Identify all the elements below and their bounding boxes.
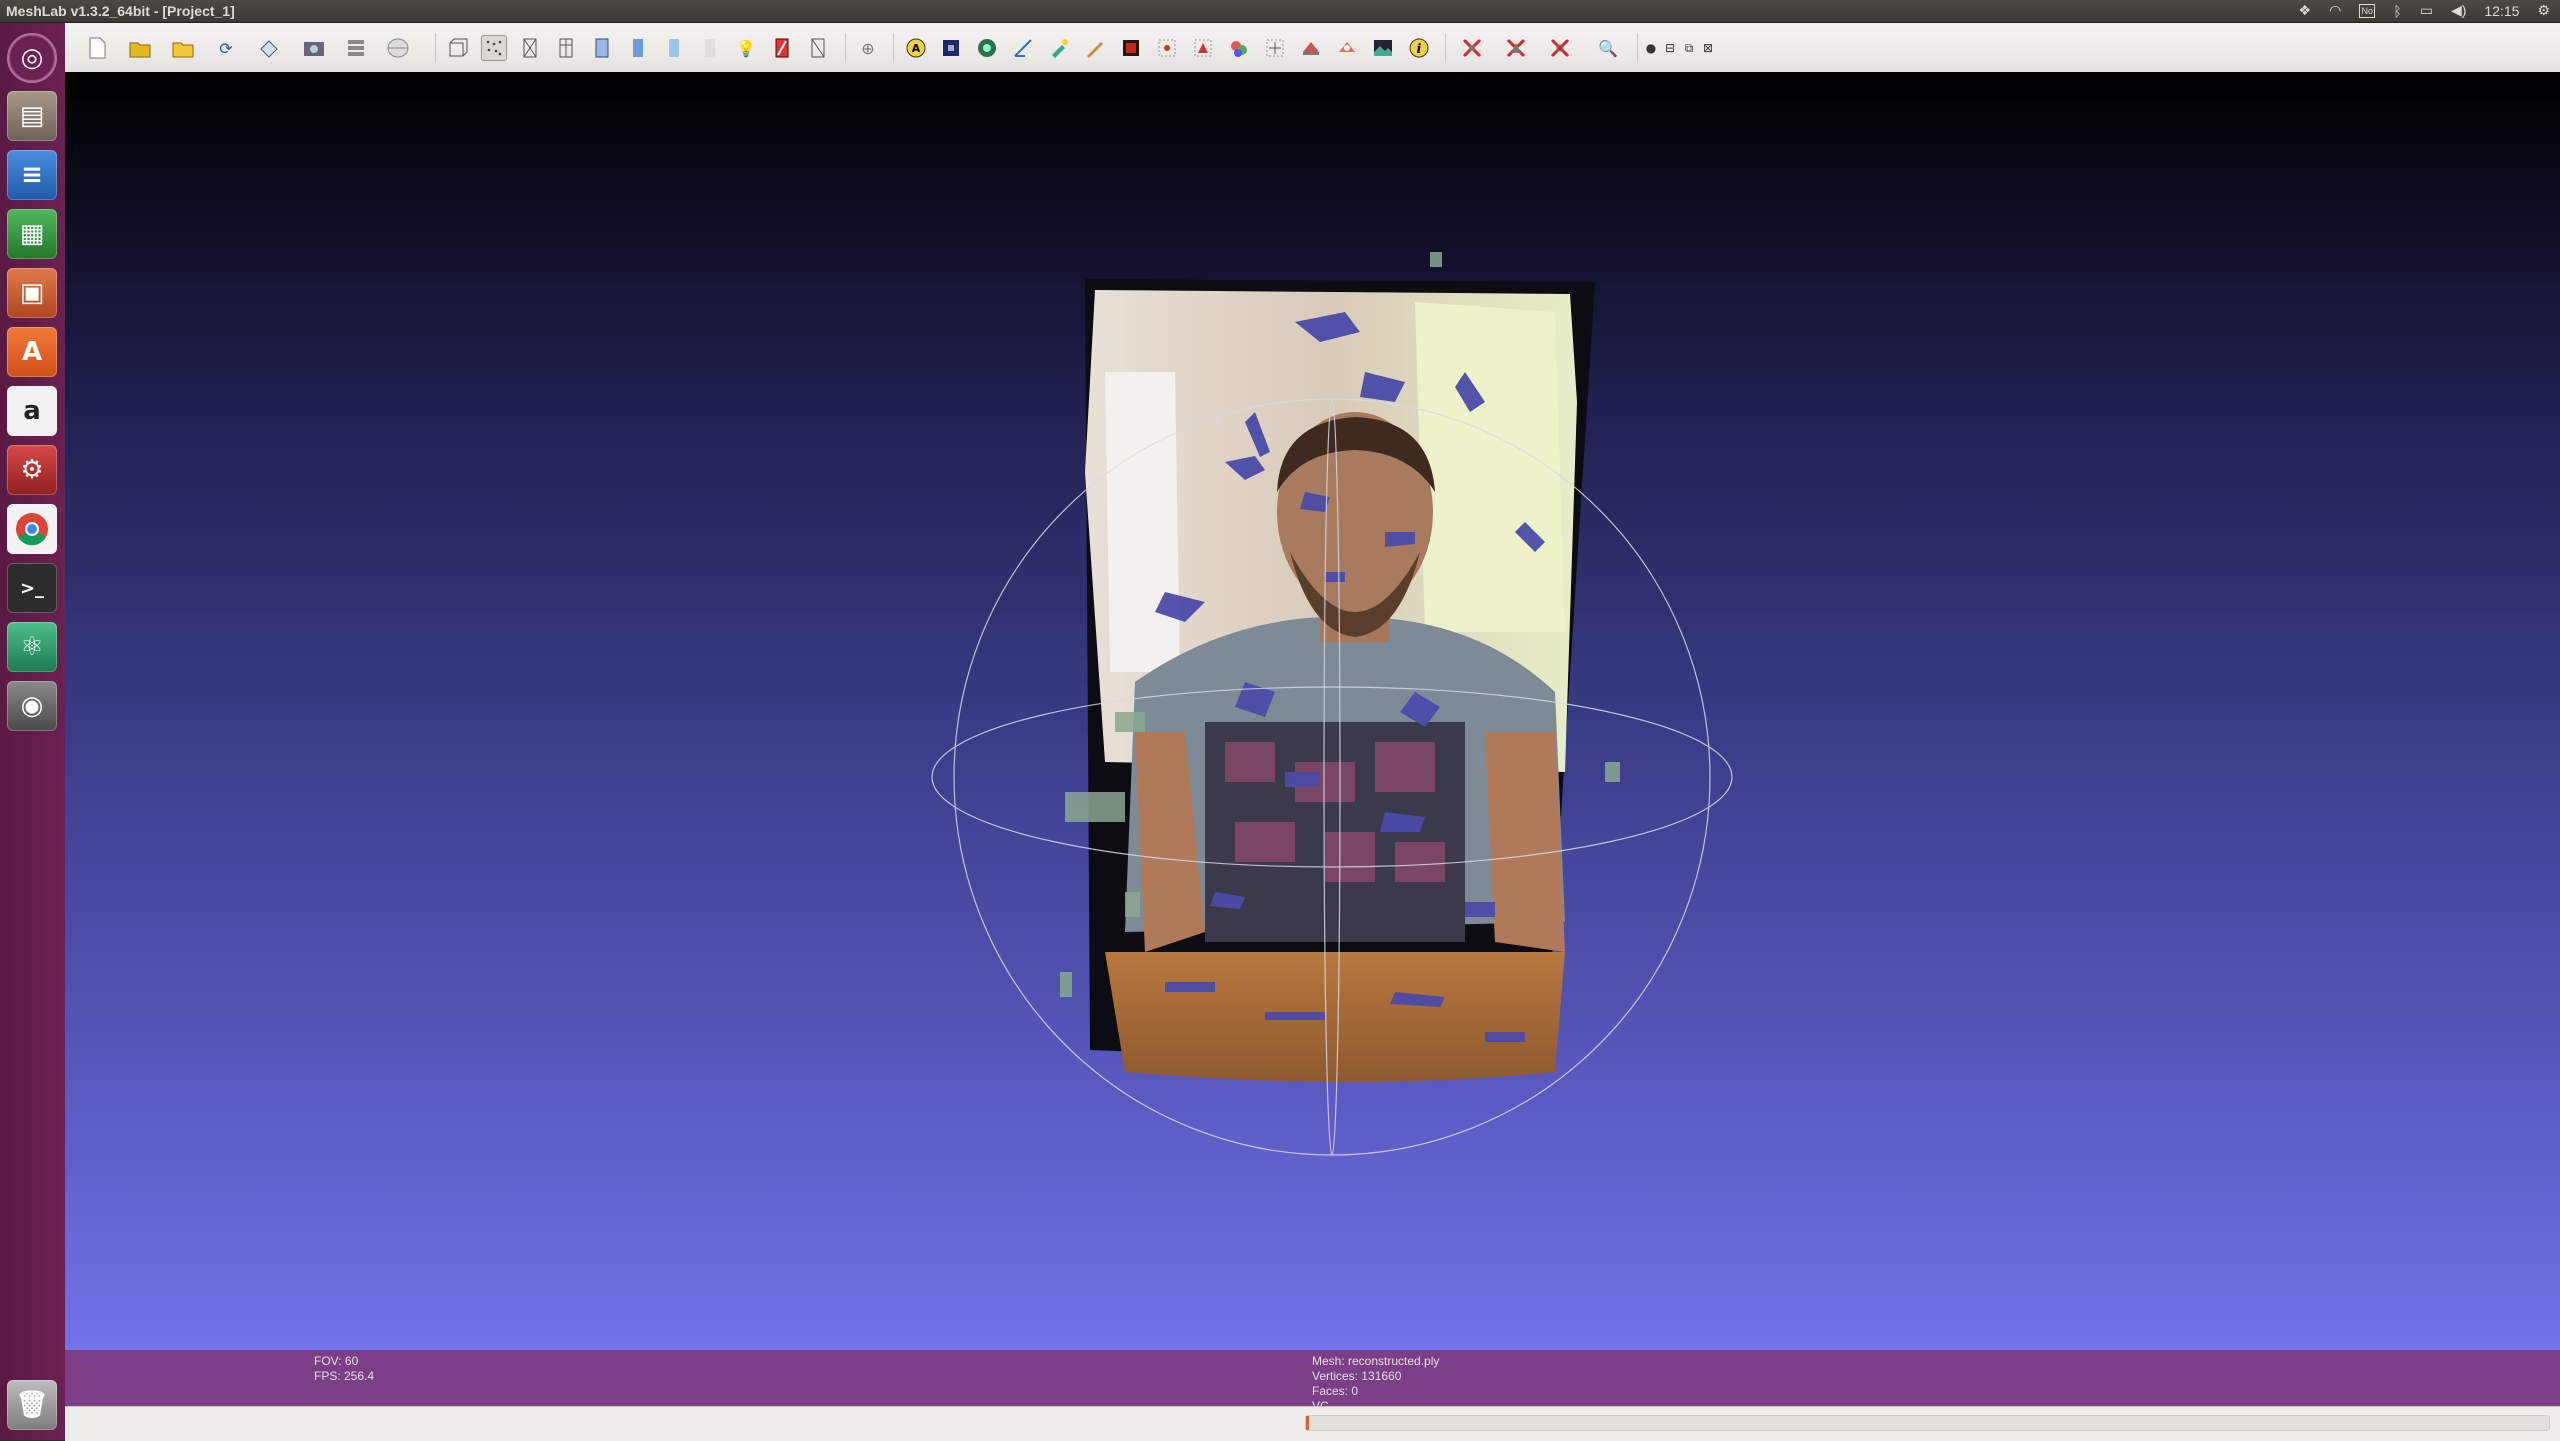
system-settings-icon[interactable]: ⚙ bbox=[7, 445, 57, 495]
wireframe-icon[interactable] bbox=[517, 35, 543, 61]
backface-icon[interactable] bbox=[769, 35, 795, 61]
faces-count-label: Faces: 0 bbox=[1312, 1384, 1359, 1398]
point-cloud-render bbox=[931, 252, 1733, 1156]
libreoffice-writer-icon[interactable]: ≡ bbox=[7, 150, 57, 200]
atom-icon[interactable]: ⚛ bbox=[7, 622, 57, 672]
dropbox-icon[interactable]: ❖ bbox=[2299, 2, 2312, 19]
ubuntu-dash-icon[interactable]: ◎ bbox=[7, 33, 57, 83]
search-icon[interactable]: 🔍 bbox=[1595, 35, 1621, 61]
files-icon[interactable]: ▤ bbox=[7, 91, 57, 141]
render-info: FOV: 60 FPS: 256.4 bbox=[314, 1354, 374, 1384]
smooth-icon[interactable] bbox=[661, 35, 687, 61]
measure-icon[interactable] bbox=[1010, 35, 1036, 61]
manipulator-icon[interactable] bbox=[1334, 35, 1360, 61]
z-painting-icon[interactable] bbox=[1226, 35, 1252, 61]
align-icon[interactable] bbox=[974, 35, 1000, 61]
delete-vertices-icon[interactable] bbox=[1503, 35, 1529, 61]
mesh-name-label: Mesh: reconstructed.ply bbox=[1312, 1354, 1440, 1368]
spherical-render-icon[interactable] bbox=[385, 35, 411, 61]
annotate-icon[interactable]: A bbox=[903, 35, 929, 61]
fps-label: FPS: 256.4 bbox=[314, 1369, 375, 1383]
fill-hole-icon[interactable] bbox=[1298, 35, 1324, 61]
snapshot-icon[interactable] bbox=[301, 35, 327, 61]
mesh-door bbox=[1105, 372, 1180, 672]
trackball-icon[interactable]: ⊕ bbox=[855, 35, 881, 61]
select-faces-icon[interactable] bbox=[1190, 35, 1216, 61]
main-toolbar: ⟳ 💡 ⊕ A i 🔍 ● ⊟ ⧉ ⊠ bbox=[65, 23, 2560, 73]
quality-mapper-icon[interactable] bbox=[938, 35, 964, 61]
mesh-person-arm-right bbox=[1485, 732, 1565, 952]
software-center-icon[interactable]: A bbox=[7, 327, 57, 377]
launcher: ◎ ▤ ≡ ▦ ▣ A a ⚙ >_ ⚛ ◉ 🗑 bbox=[0, 23, 66, 1440]
texture-mapping-icon[interactable] bbox=[805, 35, 831, 61]
sculpt-icon[interactable] bbox=[1082, 35, 1108, 61]
bluetooth-icon[interactable]: ᛒ bbox=[2393, 3, 2401, 19]
import-mesh-icon[interactable] bbox=[170, 35, 196, 61]
reload-icon[interactable]: ⟳ bbox=[213, 35, 239, 61]
battery-icon[interactable]: ▭ bbox=[2420, 2, 2433, 19]
lighting-icon[interactable]: 💡 bbox=[733, 35, 759, 61]
select-vertices-icon[interactable] bbox=[1154, 35, 1180, 61]
viewport-info-panel: FOV: 60 FPS: 256.4 Mesh: reconstructed.p… bbox=[65, 1350, 2560, 1407]
svg-text:i: i bbox=[1417, 42, 1422, 57]
info-icon[interactable]: i bbox=[1406, 35, 1432, 61]
progress-fill bbox=[1306, 1416, 1309, 1430]
flat-lines-icon[interactable] bbox=[589, 35, 615, 61]
color-paint-icon[interactable] bbox=[1118, 35, 1144, 61]
new-project-icon[interactable] bbox=[84, 35, 110, 61]
mesh-info: Mesh: reconstructed.ply Vertices: 131660… bbox=[1312, 1354, 1439, 1407]
vertices-count-label: Vertices: 131660 bbox=[1312, 1369, 1402, 1383]
raster-align-icon[interactable] bbox=[1370, 35, 1396, 61]
window-close-icon[interactable]: ⊠ bbox=[1700, 35, 1716, 61]
point-picker-icon[interactable] bbox=[1262, 35, 1288, 61]
progress-bar bbox=[1305, 1415, 2550, 1431]
flat-icon[interactable] bbox=[625, 35, 651, 61]
bounding-box-icon[interactable] bbox=[445, 35, 471, 61]
clock[interactable]: 12:15 bbox=[2484, 3, 2519, 19]
wifi-icon[interactable]: ◠ bbox=[2329, 2, 2341, 19]
hidden-lines-icon[interactable] bbox=[553, 35, 579, 61]
system-tray: ❖ ◠ No ᛒ ▭ ◀) 12:15 ⚙ bbox=[2299, 2, 2550, 19]
points-icon[interactable] bbox=[481, 35, 507, 61]
chrome-icon[interactable] bbox=[7, 504, 57, 554]
svg-text:A: A bbox=[912, 42, 921, 55]
texture-icon[interactable] bbox=[697, 35, 723, 61]
keyboard-layout-indicator[interactable]: No bbox=[2359, 3, 2376, 18]
trash-icon[interactable]: 🗑 bbox=[7, 1380, 57, 1430]
mesh-window bbox=[1415, 302, 1565, 632]
layers-icon[interactable] bbox=[343, 35, 369, 61]
export-mesh-icon[interactable] bbox=[256, 35, 282, 61]
window-minimize-icon[interactable]: ⊟ bbox=[1662, 35, 1678, 61]
window-title: MeshLab v1.3.2_64bit - [Project_1] bbox=[6, 3, 235, 19]
paint-icon[interactable] bbox=[1046, 35, 1072, 61]
open-project-icon[interactable] bbox=[127, 35, 153, 61]
volume-icon[interactable]: ◀) bbox=[2451, 2, 2466, 19]
terminal-icon[interactable]: >_ bbox=[7, 563, 57, 613]
3d-viewport[interactable] bbox=[65, 72, 2560, 1350]
status-bar bbox=[65, 1406, 2560, 1441]
libreoffice-calc-icon[interactable]: ▦ bbox=[7, 209, 57, 259]
mesh-table bbox=[1105, 952, 1565, 1082]
amazon-icon[interactable]: a bbox=[7, 386, 57, 436]
libreoffice-impress-icon[interactable]: ▣ bbox=[7, 268, 57, 318]
top-panel: MeshLab v1.3.2_64bit - [Project_1] ❖ ◠ N… bbox=[0, 0, 2560, 23]
delete-selection-icon[interactable] bbox=[1547, 35, 1573, 61]
window-restore-icon[interactable]: ⧉ bbox=[1681, 35, 1697, 61]
meshlab-icon[interactable]: ◉ bbox=[7, 681, 57, 731]
fov-label: FOV: 60 bbox=[314, 1354, 359, 1368]
delete-faces-icon[interactable] bbox=[1459, 35, 1485, 61]
settings-gear-icon[interactable]: ⚙ bbox=[2537, 2, 2550, 19]
record-icon[interactable]: ● bbox=[1643, 35, 1659, 61]
